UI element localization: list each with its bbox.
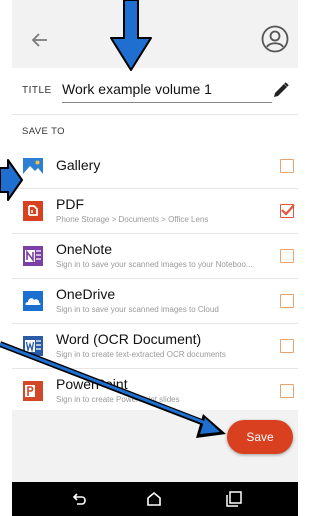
- item-subtitle: Sign in to create PowerPoint slides: [56, 395, 180, 404]
- item-subtitle: Sign in to save your scanned images to C…: [56, 305, 219, 314]
- arrow-left-icon[interactable]: [30, 30, 50, 50]
- pencil-icon[interactable]: [272, 81, 290, 99]
- item-name: OneDrive: [56, 286, 116, 302]
- item-subtitle: Phone Storage > Documents > Office Lens: [56, 215, 209, 224]
- list-item-word[interactable]: Word (OCR Document) Sign in to create te…: [12, 324, 298, 369]
- word-icon: [23, 336, 43, 356]
- account-circle-icon[interactable]: [260, 24, 290, 54]
- save-to-list: Gallery PDF Phone Storage > Documents > …: [12, 144, 298, 414]
- powerpoint-checkbox[interactable]: [280, 384, 294, 398]
- top-app-bar: [12, 12, 298, 68]
- item-name: PDF: [56, 196, 84, 212]
- checkmark-icon: [281, 204, 295, 216]
- android-nav-bar: [12, 482, 298, 516]
- item-subtitle: Sign in to save your scanned images to y…: [56, 260, 253, 269]
- onedrive-checkbox[interactable]: [280, 294, 294, 308]
- title-row: TITLE Work example volume 1: [12, 68, 298, 114]
- list-item-powerpoint[interactable]: PowerPoint Sign in to create PowerPoint …: [12, 369, 298, 414]
- powerpoint-icon: [23, 381, 43, 401]
- list-item-gallery[interactable]: Gallery: [12, 144, 298, 189]
- phone-screen: TITLE Work example volume 1 SAVE TO Gall…: [12, 0, 298, 516]
- pdf-icon: [23, 201, 43, 221]
- gallery-icon: [23, 158, 43, 174]
- list-item-onenote[interactable]: OneNote Sign in to save your scanned ima…: [12, 234, 298, 279]
- save-to-header: SAVE TO: [12, 114, 298, 145]
- item-name: PowerPoint: [56, 376, 128, 392]
- item-name: OneNote: [56, 241, 113, 257]
- item-name: Gallery: [56, 157, 101, 173]
- item-subtitle: Sign in to create text-extracted OCR doc…: [56, 350, 226, 359]
- nav-home-icon[interactable]: [145, 490, 163, 508]
- title-input[interactable]: Work example volume 1: [62, 81, 212, 97]
- nav-recents-icon[interactable]: [225, 490, 243, 508]
- item-name: Word (OCR Document): [56, 331, 202, 347]
- word-checkbox[interactable]: [280, 339, 294, 353]
- title-input-underline: [62, 102, 272, 103]
- nav-back-icon[interactable]: [72, 491, 88, 507]
- onenote-icon: [23, 246, 43, 266]
- save-button[interactable]: Save: [227, 420, 293, 454]
- gallery-checkbox[interactable]: [280, 159, 294, 173]
- onenote-checkbox[interactable]: [280, 249, 294, 263]
- save-to-label: SAVE TO: [22, 126, 65, 137]
- onedrive-icon: [23, 291, 43, 311]
- title-label: TITLE: [22, 85, 52, 96]
- list-item-onedrive[interactable]: OneDrive Sign in to save your scanned im…: [12, 279, 298, 324]
- list-item-pdf[interactable]: PDF Phone Storage > Documents > Office L…: [12, 189, 298, 234]
- pdf-checkbox[interactable]: [280, 204, 295, 218]
